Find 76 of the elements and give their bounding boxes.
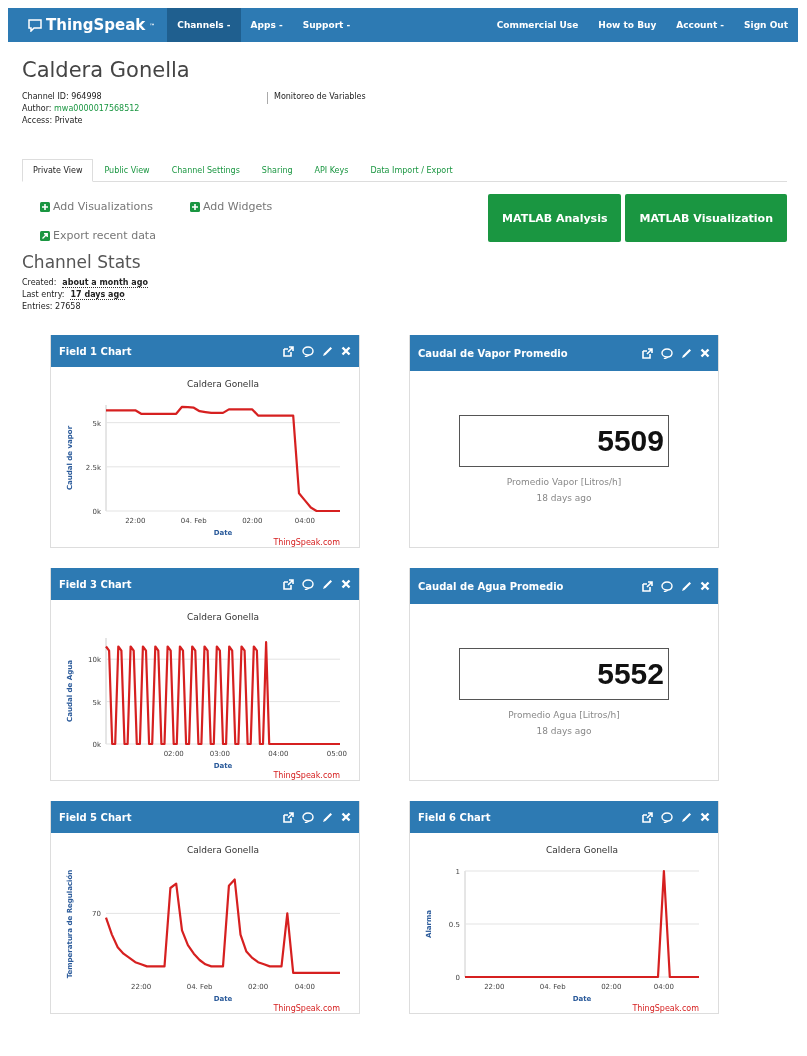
nav-link[interactable]: How to Buy [588,8,667,42]
close-icon[interactable] [341,579,351,589]
widget-title: Field 3 Chart [59,578,132,590]
timestamp: 18 days ago [536,726,592,736]
comment-icon[interactable] [302,578,314,590]
chart-title: Caldera Gonella [187,379,259,389]
created-line: Created: about a month ago [22,278,149,287]
credit-link[interactable]: ThingSpeak.com [273,538,340,547]
nav-link[interactable]: Sign Out [734,8,798,42]
plus-icon [190,201,200,212]
comment-icon[interactable] [661,580,673,592]
external-link-icon[interactable] [642,347,653,359]
pencil-icon[interactable] [681,347,692,359]
tab[interactable]: Channel Settings [160,159,251,182]
close-icon[interactable] [700,348,710,358]
entries-line: Entries: 27658 [22,302,82,311]
widget-title: Caudal de Vapor Promedio [418,347,568,359]
external-link-icon[interactable] [642,811,653,823]
matlab-button[interactable]: MATLAB Analysis [488,194,622,242]
channel-id: Channel ID: 964998 [22,92,103,101]
widget-title: Field 5 Chart [59,811,132,823]
access-line: Access: Private [22,116,84,125]
close-icon[interactable] [700,581,710,591]
chart-title: Caldera Gonella [187,845,259,855]
last-entry-line: Last entry: 17 days ago [22,290,126,299]
widget-title: Field 1 Chart [59,345,132,357]
channel-description: Monitoreo de Variables [267,92,366,104]
value-display: 5509 [459,415,669,467]
author-line: Author: mwa0000017568512 [22,104,141,113]
timestamp: 18 days ago [536,493,592,503]
plus-icon [40,201,50,212]
tab[interactable]: Data Import / Export [359,159,464,182]
action-link[interactable]: Add Visualizations [53,200,153,213]
section-title: Channel Stats [22,252,142,272]
action-link[interactable]: Add Widgets [203,200,273,213]
close-icon[interactable] [341,346,351,356]
pencil-icon[interactable] [322,578,333,590]
tab[interactable]: Public View [93,159,161,182]
pencil-icon[interactable] [322,345,333,357]
pencil-icon[interactable] [681,580,692,592]
external-link-icon[interactable] [283,811,294,823]
comment-icon[interactable] [661,347,673,359]
credit-link[interactable]: ThingSpeak.com [273,771,340,780]
tab[interactable]: API Keys [303,159,360,182]
tab[interactable]: Sharing [250,159,304,182]
value-display: 5552 [459,648,669,700]
nav-link[interactable]: Commercial Use [486,8,589,42]
tab[interactable]: Private View [22,159,94,182]
nav-menu[interactable]: Apps - [240,8,293,42]
nav-menu[interactable]: Support - [292,8,361,42]
value-caption: Promedio Agua [Litros/h] [508,710,620,720]
comment-icon[interactable] [661,811,673,823]
close-icon[interactable] [341,812,351,822]
close-icon[interactable] [700,812,710,822]
channel-title: Caldera Gonella [22,58,191,82]
brand-logo[interactable]: ThingSpeak $^{™}$ [8,8,168,42]
nav-menu[interactable]: Channels - [167,8,241,42]
comment-icon[interactable] [302,345,314,357]
chat-icon [28,18,42,32]
chart-title: Caldera Gonella [187,612,259,622]
export-icon [40,230,50,241]
widget-title: Field 6 Chart [418,811,491,823]
value-caption: Promedio Vapor [Litros/h] [506,477,622,487]
chart-title: Caldera Gonella [546,845,618,855]
matlab-button[interactable]: MATLAB Visualization [625,194,787,242]
widget-title: Caudal de Agua Promedio [418,580,564,592]
credit-link[interactable]: ThingSpeak.com [632,1004,699,1013]
external-link-icon[interactable] [283,345,294,357]
external-link-icon[interactable] [283,578,294,590]
credit-link[interactable]: ThingSpeak.com [273,1004,340,1013]
comment-icon[interactable] [302,811,314,823]
action-link[interactable]: Export recent data [53,229,156,242]
pencil-icon[interactable] [681,811,692,823]
nav-link[interactable]: Account - [666,8,735,42]
pencil-icon[interactable] [322,811,333,823]
external-link-icon[interactable] [642,580,653,592]
